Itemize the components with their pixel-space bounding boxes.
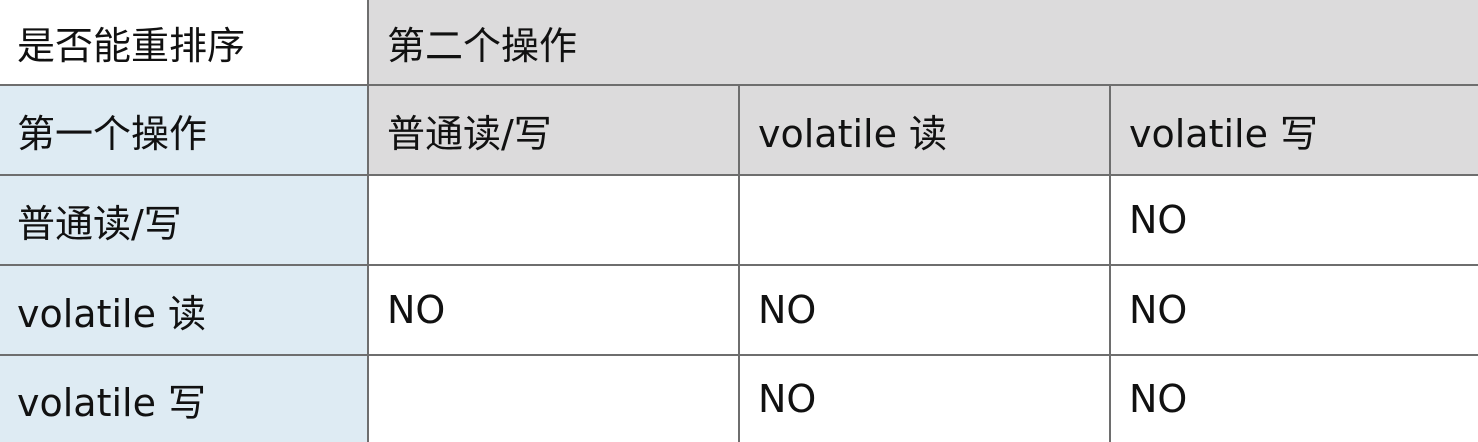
row-header-volatile-write: volatile 写 <box>0 356 369 442</box>
row-header-volatile-read: volatile 读 <box>0 266 369 356</box>
table-cell <box>740 176 1111 266</box>
table-cell <box>369 356 740 442</box>
table-cell <box>369 176 740 266</box>
table-cell: NO <box>1111 266 1478 356</box>
corner-header: 是否能重排序 <box>0 0 369 86</box>
table-cell: NO <box>740 266 1111 356</box>
column-header-volatile-write: volatile 写 <box>1111 86 1478 176</box>
column-header-normal-rw: 普通读/写 <box>369 86 740 176</box>
second-operation-header: 第二个操作 <box>369 0 1478 86</box>
table-cell: NO <box>369 266 740 356</box>
table-cell: NO <box>1111 356 1478 442</box>
column-header-volatile-read: volatile 读 <box>740 86 1111 176</box>
table-cell: NO <box>1111 176 1478 266</box>
reorder-rules-table: 是否能重排序 第二个操作 第一个操作 普通读/写 volatile 读 vola… <box>0 0 1478 442</box>
table-cell: NO <box>740 356 1111 442</box>
first-operation-header: 第一个操作 <box>0 86 369 176</box>
row-header-normal-rw: 普通读/写 <box>0 176 369 266</box>
